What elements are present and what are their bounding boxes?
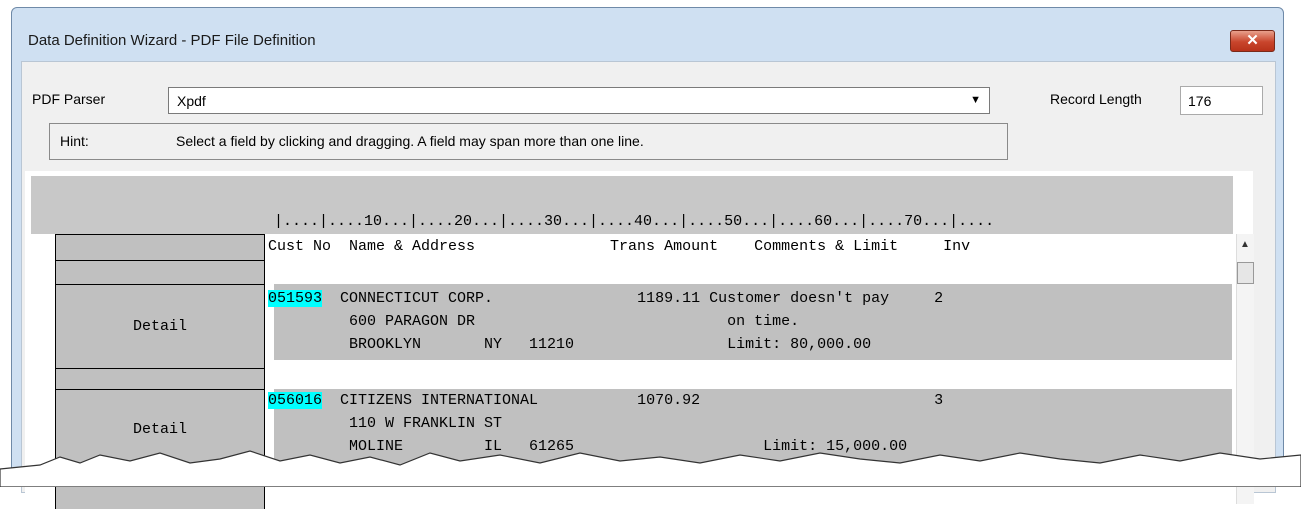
pdf-parser-value: Xpdf [177, 93, 206, 109]
pdf-parser-select[interactable]: Xpdf ▼ [168, 87, 990, 114]
record-length-label: Record Length [1050, 91, 1142, 107]
cust-no-field[interactable]: 056016 [268, 392, 323, 409]
record-length-field[interactable]: 176 [1180, 86, 1263, 115]
record-text: CITIZENS INTERNATIONAL 1070.92 3 [322, 392, 944, 409]
record-text: CONNECTICUT CORP. 1189.11 Customer doesn… [322, 290, 944, 307]
record-line-2[interactable]: 600 PARAGON DR on time. [268, 313, 799, 330]
record-line-1[interactable]: 056016 CITIZENS INTERNATIONAL 1070.92 3 [268, 392, 943, 409]
torn-edge [0, 450, 1301, 487]
dialog-body: PDF Parser Xpdf ▼ Record Length 176 Hint… [21, 61, 1276, 509]
column-ruler: |....|....10...|....20...|....30...|....… [31, 176, 1233, 234]
hint-label: Hint: [60, 133, 89, 149]
column-header-line: Cust No Name & Address Trans Amount Comm… [268, 238, 971, 255]
row-label-detail[interactable]: Detail [55, 284, 265, 368]
record-line-1[interactable]: 051593 CONNECTICUT CORP. 1189.11 Custome… [268, 290, 943, 307]
hint-text: Select a field by clicking and dragging.… [176, 133, 644, 149]
record-row[interactable]: 051593 CONNECTICUT CORP. 1189.11 Custome… [268, 284, 1232, 360]
cust-no-field[interactable]: 051593 [268, 290, 323, 307]
record-line-3[interactable]: BROOKLYN NY 11210 Limit: 80,000.00 [268, 336, 871, 353]
row-label-blank [55, 368, 265, 389]
record-line-2[interactable]: 110 W FRANKLIN ST [268, 415, 502, 432]
ruler-text: |....|....10...|....20...|....30...|....… [274, 213, 995, 230]
scroll-thumb[interactable] [1237, 262, 1254, 284]
row-label-blank [55, 260, 265, 284]
close-button[interactable]: ✕ [1230, 30, 1275, 52]
scroll-up-icon[interactable]: ▲ [1240, 239, 1250, 250]
pdf-parser-label: PDF Parser [32, 91, 106, 107]
row-label-header [55, 234, 265, 260]
window-title: Data Definition Wizard - PDF File Defini… [28, 32, 316, 49]
chevron-down-icon[interactable]: ▼ [970, 94, 981, 106]
wizard-window: Data Definition Wizard - PDF File Defini… [11, 7, 1284, 509]
hint-box: Hint: Select a field by clicking and dra… [49, 123, 1008, 160]
title-bar: Data Definition Wizard - PDF File Defini… [12, 8, 1283, 62]
